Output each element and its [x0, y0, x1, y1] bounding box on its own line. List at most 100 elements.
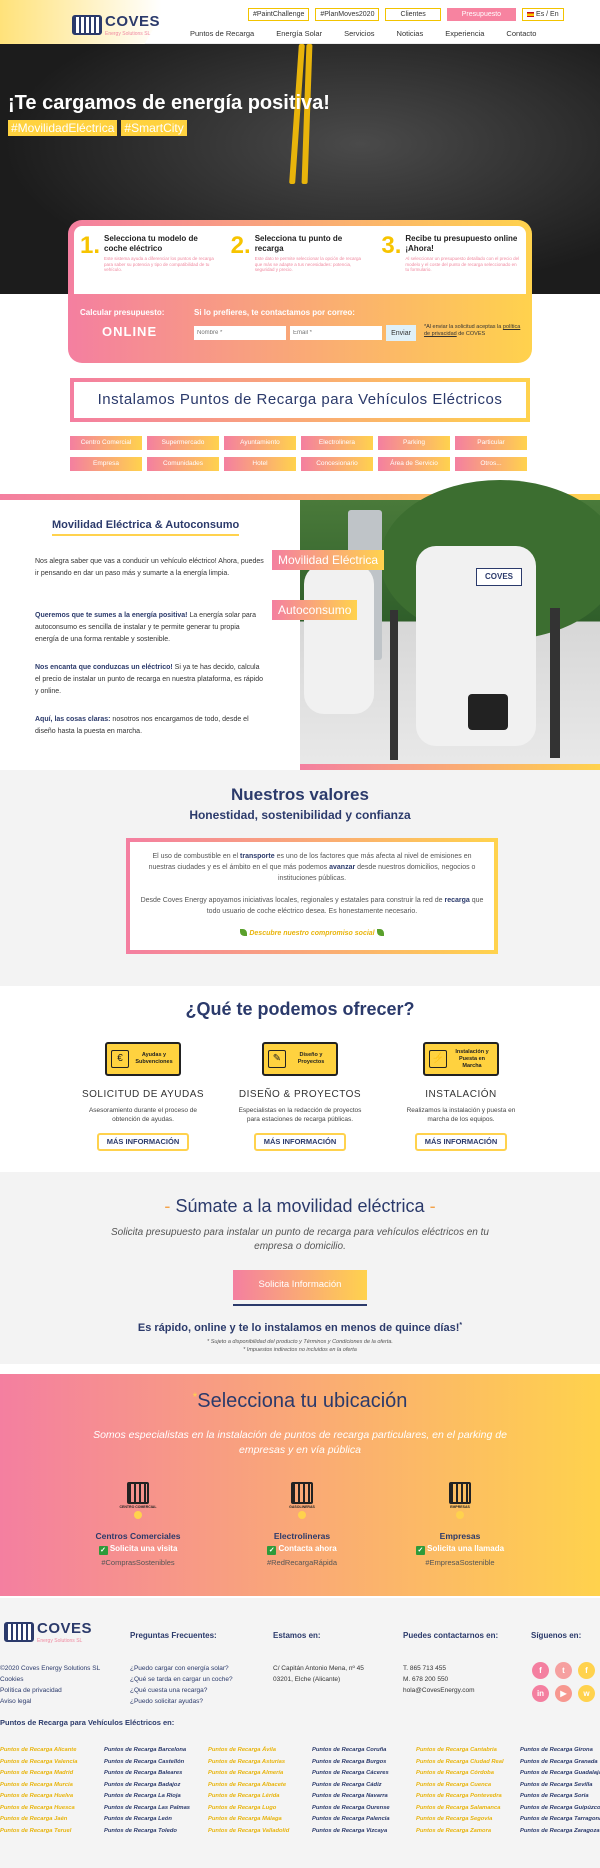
charging-point-link[interactable]: Puntos de Recarga Barcelona [104, 1746, 208, 1756]
charging-point-link[interactable]: Puntos de Recarga Huelva [0, 1792, 104, 1802]
more-info-button[interactable]: MÁS INFORMACIÓN [97, 1133, 189, 1151]
online-button[interactable]: ONLINE [102, 324, 157, 339]
location-action[interactable]: ✓ Solicita una visita [68, 1544, 208, 1555]
name-input[interactable] [194, 326, 286, 340]
nav-noticias[interactable]: Noticias [397, 29, 424, 38]
legal-notice-link[interactable]: Aviso legal [0, 1696, 100, 1707]
charging-point-link[interactable]: Puntos de Recarga Vizcaya [312, 1827, 416, 1837]
charging-point-link[interactable]: Puntos de Recarga Ourense [312, 1804, 416, 1814]
category-button[interactable]: Comunidades [147, 457, 219, 471]
faq-link[interactable]: ¿Puedo cargar con energía solar? [130, 1663, 233, 1674]
category-button[interactable]: Otros... [455, 457, 527, 471]
charging-point-link[interactable]: Puntos de Recarga Almería [208, 1769, 312, 1779]
category-button[interactable]: Hotel [224, 457, 296, 471]
request-info-button[interactable]: Solicita Información [233, 1270, 367, 1300]
nav-energia-solar[interactable]: Energía Solar [276, 29, 322, 38]
category-button[interactable]: Electrolinera [301, 436, 373, 450]
charging-point-link[interactable]: Puntos de Recarga Cáceres [312, 1769, 416, 1779]
paint-challenge-button[interactable]: #PaintChallenge [248, 8, 310, 21]
charging-point-link[interactable]: Puntos de Recarga Coruña [312, 1746, 416, 1756]
charging-point-link[interactable]: Puntos de Recarga Valencia [0, 1758, 104, 1768]
charging-point-link[interactable]: Puntos de Recarga Girona [520, 1746, 600, 1756]
nav-servicios[interactable]: Servicios [344, 29, 374, 38]
location-action[interactable]: ✓ Contacta ahora [232, 1544, 372, 1555]
charging-point-link[interactable]: Puntos de Recarga Cádiz [312, 1781, 416, 1791]
youtube-icon[interactable]: ▶ [555, 1685, 572, 1702]
faq-link[interactable]: ¿Qué cuesta una recarga? [130, 1685, 233, 1696]
charging-point-link[interactable]: Puntos de Recarga Ávila [208, 1746, 312, 1756]
charging-point-link[interactable]: Puntos de Recarga Lugo [208, 1804, 312, 1814]
category-button[interactable]: Área de Servicio [378, 457, 450, 471]
nav-contacto[interactable]: Contacto [506, 29, 536, 38]
category-button[interactable]: Parking [378, 436, 450, 450]
charging-point-link[interactable]: Puntos de Recarga Málaga [208, 1815, 312, 1825]
charging-point-link[interactable]: Puntos de Recarga Lérida [208, 1792, 312, 1802]
category-button[interactable]: Empresa [70, 457, 142, 471]
charging-point-link[interactable]: Puntos de Recarga Zaragoza [520, 1827, 600, 1837]
whatsapp-icon[interactable]: w [578, 1685, 595, 1702]
charging-point-link[interactable]: Puntos de Recarga Soria [520, 1792, 600, 1802]
charging-point-link[interactable]: Puntos de Recarga Palencia [312, 1815, 416, 1825]
charging-point-link[interactable]: Puntos de Recarga Alicante [0, 1746, 104, 1756]
twitter-icon[interactable]: t [555, 1662, 572, 1679]
charging-point-link[interactable]: Puntos de Recarga Baleares [104, 1769, 208, 1779]
charging-point-link[interactable]: Puntos de Recarga Guadalajara [520, 1769, 600, 1779]
charging-point-link[interactable]: Puntos de Recarga Teruel [0, 1827, 104, 1837]
footer-logo[interactable]: COVES Energy Solutions SL [4, 1620, 92, 1644]
charging-point-link[interactable]: Puntos de Recarga Guipúzcoa [520, 1804, 600, 1814]
linkedin-icon[interactable]: in [532, 1685, 549, 1702]
mobile[interactable]: M. 678 200 550 [403, 1674, 475, 1685]
charging-point-link[interactable]: Puntos de Recarga Cantabria [416, 1746, 520, 1756]
category-button[interactable]: Particular [455, 436, 527, 450]
presupuesto-button[interactable]: Presupuesto [446, 8, 517, 21]
clientes-button[interactable]: Clientes [385, 8, 441, 21]
location-centros[interactable]: CENTRO COMERCIAL Centros Comerciales ✓ S… [68, 1482, 208, 1567]
send-button[interactable]: Enviar [386, 325, 416, 341]
plan-moves-button[interactable]: #PlanMoves2020 [315, 8, 380, 21]
charging-point-link[interactable]: Puntos de Recarga La Rioja [104, 1792, 208, 1802]
charging-point-link[interactable]: Puntos de Recarga Navarra [312, 1792, 416, 1802]
privacy-policy-link[interactable]: Política de privacidad [0, 1685, 100, 1696]
nav-experiencia[interactable]: Experiencia [445, 29, 484, 38]
email-input[interactable] [290, 326, 382, 340]
charging-point-link[interactable]: Puntos de Recarga Zamora [416, 1827, 520, 1837]
faq-link[interactable]: ¿Qué se tarda en cargar un coche? [130, 1674, 233, 1685]
charging-point-link[interactable]: Puntos de Recarga Valladolid [208, 1827, 312, 1837]
email-link[interactable]: hola@CovesEnergy.com [403, 1685, 475, 1696]
language-switch[interactable]: Es / En [522, 8, 564, 21]
charging-point-link[interactable]: Puntos de Recarga Huesca [0, 1804, 104, 1814]
logo[interactable]: COVES Energy Solutions SL [72, 13, 160, 37]
flickr-icon[interactable]: f [532, 1662, 549, 1679]
charging-point-link[interactable]: Puntos de Recarga Madrid [0, 1769, 104, 1779]
charging-point-link[interactable]: Puntos de Recarga Burgos [312, 1758, 416, 1768]
charging-point-link[interactable]: Puntos de Recarga Badajoz [104, 1781, 208, 1791]
charging-point-link[interactable]: Puntos de Recarga Pontevedra [416, 1792, 520, 1802]
charging-point-link[interactable]: Puntos de Recarga Albacete [208, 1781, 312, 1791]
location-action[interactable]: ✓ Solicita una llamada [390, 1544, 530, 1555]
charging-point-link[interactable]: Puntos de Recarga Toledo [104, 1827, 208, 1837]
category-button[interactable]: Ayuntamiento [224, 436, 296, 450]
charging-point-link[interactable]: Puntos de Recarga Las Palmas [104, 1804, 208, 1814]
charging-point-link[interactable]: Puntos de Recarga Cuenca [416, 1781, 520, 1791]
category-button[interactable]: Centro Comercial [70, 436, 142, 450]
charging-point-link[interactable]: Puntos de Recarga León [104, 1815, 208, 1825]
more-info-button[interactable]: MÁS INFORMACIÓN [254, 1133, 346, 1151]
charging-point-link[interactable]: Puntos de Recarga Salamanca [416, 1804, 520, 1814]
faq-link[interactable]: ¿Puedo solicitar ayudas? [130, 1696, 233, 1707]
charging-point-link[interactable]: Puntos de Recarga Granada [520, 1758, 600, 1768]
facebook-icon[interactable]: f [578, 1662, 595, 1679]
charging-point-link[interactable]: Puntos de Recarga Córdoba [416, 1769, 520, 1779]
location-empresas[interactable]: EMPRESAS Empresas ✓ Solicita una llamada… [390, 1482, 530, 1567]
category-button[interactable]: Concesionario [301, 457, 373, 471]
charging-point-link[interactable]: Puntos de Recarga Asturias [208, 1758, 312, 1768]
cookies-link[interactable]: Cookies [0, 1674, 100, 1685]
location-electrolineras[interactable]: GASOLINERAS Electrolineras ✓ Contacta ah… [232, 1482, 372, 1567]
charging-point-link[interactable]: Puntos de Recarga Jaén [0, 1815, 104, 1825]
charging-point-link[interactable]: Puntos de Recarga Segovia [416, 1815, 520, 1825]
category-button[interactable]: Supermercado [147, 436, 219, 450]
phone[interactable]: T. 865 713 455 [403, 1663, 475, 1674]
charging-point-link[interactable]: Puntos de Recarga Castellón [104, 1758, 208, 1768]
charging-point-link[interactable]: Puntos de Recarga Ciudad Real [416, 1758, 520, 1768]
charging-point-link[interactable]: Puntos de Recarga Murcia [0, 1781, 104, 1791]
charging-point-link[interactable]: Puntos de Recarga Sevilla [520, 1781, 600, 1791]
